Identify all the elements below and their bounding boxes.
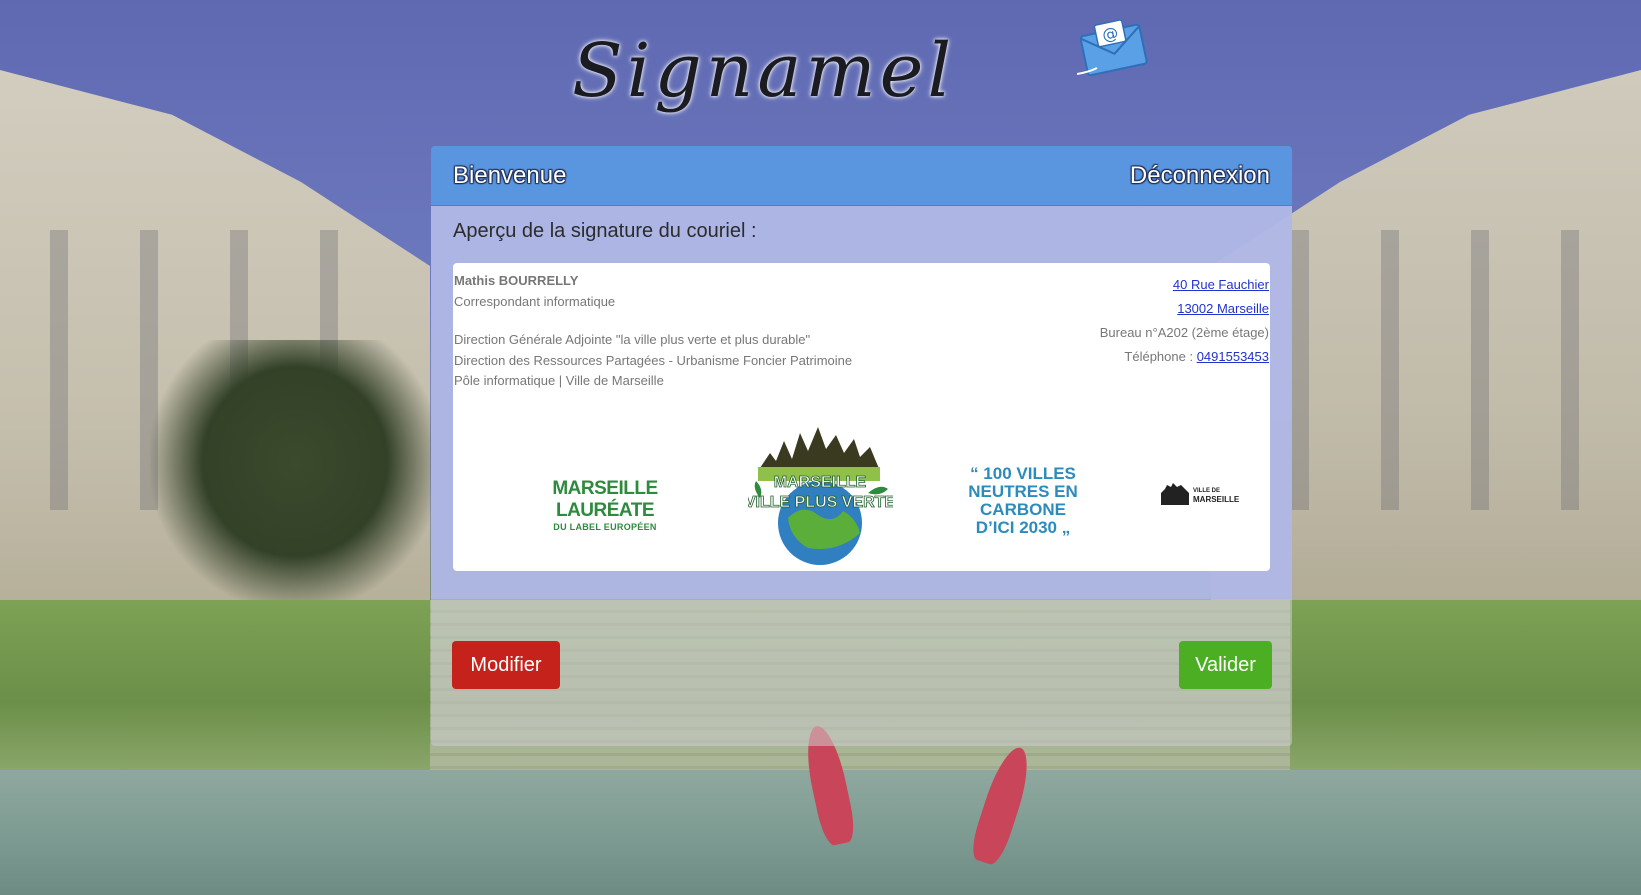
cent-villes-line: NEUTRES EN CARBONE [968, 482, 1078, 519]
card-footer: Modifier Valider [431, 599, 1292, 746]
phone-label: Téléphone : [1124, 349, 1197, 364]
phone-link[interactable]: 0491553453 [1197, 349, 1269, 364]
signature-name: Mathis BOURRELLY [454, 273, 579, 288]
cent-villes-line: D’ICI 2030 „ [975, 518, 1071, 537]
ville-top-text: VILLE DE [1193, 488, 1220, 494]
office-text: Bureau n°A202 (2ème étage) [1099, 325, 1269, 340]
valider-button[interactable]: Valider [1179, 641, 1272, 689]
logo-text: Signamel [572, 28, 956, 114]
laureate-title: MARSEILLE LAURÉATE [552, 478, 658, 521]
card-body: Aperçu de la signature du couriel : Math… [431, 206, 1292, 599]
plusverte-line1: MARSEILLE [774, 474, 867, 491]
signature-line: Pôle informatique | Ville de Marseille [454, 373, 664, 388]
signature-preview: Mathis BOURRELLY Correspondant informati… [453, 263, 1270, 571]
signature-line: Direction des Ressources Partagées - Urb… [454, 352, 853, 368]
background-windows-right [1251, 230, 1631, 510]
signature-line: Direction Générale Adjointe "la ville pl… [454, 332, 811, 347]
address-line2-link[interactable]: 13002 Marseille [1177, 301, 1269, 316]
phone-row: Téléphone : 0491553453 [1100, 345, 1269, 369]
signature-identity: Mathis BOURRELLY Correspondant informati… [454, 271, 852, 392]
signature-logos: MARSEILLE LAURÉATE DU LABEL EUROPÉEN MAR… [453, 423, 1270, 568]
ville-de-marseille-logo: VILLE DE MARSEILLE [1161, 483, 1239, 505]
plusverte-line2: VILLE PLUS VERTE [748, 494, 893, 511]
signature-card: Bienvenue Déconnexion Aperçu de la signa… [431, 146, 1292, 746]
background-tree [150, 340, 440, 610]
cent-villes-logo: “ 100 VILLES NEUTRES EN CARBONE D’ICI 20… [933, 465, 1113, 537]
signature-role: Correspondant informatique [454, 293, 616, 309]
ville-bottom-text: MARSEILLE [1193, 495, 1239, 504]
ville-plus-verte-logo: MARSEILLE VILLE PLUS VERTE [748, 427, 893, 565]
modifier-button[interactable]: Modifier [452, 641, 560, 689]
cent-villes-line: “ 100 VILLES [970, 464, 1076, 483]
email-envelope-icon: @ [1077, 19, 1148, 76]
logout-link[interactable]: Déconnexion [1130, 162, 1270, 190]
laureate-logo: MARSEILLE LAURÉATE DU LABEL EUROPÉEN [515, 478, 695, 532]
card-header: Bienvenue Déconnexion [431, 146, 1292, 206]
signature-contact: 40 Rue Fauchier 13002 Marseille Bureau n… [1100, 273, 1269, 369]
preview-heading: Aperçu de la signature du couriel : [453, 220, 757, 242]
app-logo: Signamel @ [572, 18, 1152, 128]
welcome-title: Bienvenue [453, 161, 567, 189]
laureate-subtitle: DU LABEL EUROPÉEN [553, 522, 657, 532]
address-line1-link[interactable]: 40 Rue Fauchier [1173, 277, 1269, 292]
